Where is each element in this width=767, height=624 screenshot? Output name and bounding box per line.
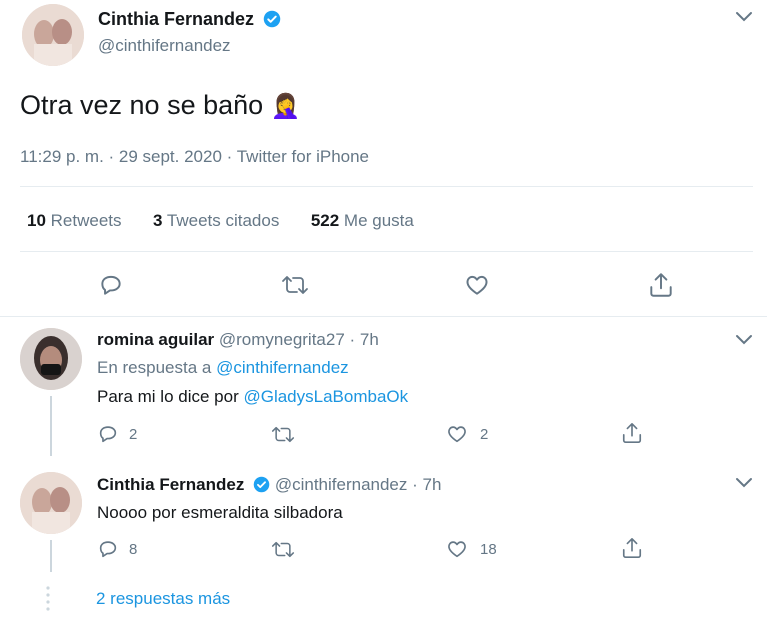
retweet-icon[interactable] xyxy=(271,539,295,560)
tweet-meta: 11:29 p. m. · 29 sept. 2020 · Twitter fo… xyxy=(20,147,370,166)
in-reply-to: En respuesta a @cinthifernandez xyxy=(97,358,349,378)
reply-count: 2 xyxy=(129,425,138,443)
like-count: 2 xyxy=(480,425,489,443)
facepalm-emoji-icon: 🤦‍♀️ xyxy=(270,93,301,120)
reply-author-name[interactable]: romina aguilar xyxy=(97,330,214,349)
reply-author-name[interactable]: Cinthia Fernandez xyxy=(97,475,244,494)
reply-mention[interactable]: @GladysLaBombaOk xyxy=(243,387,408,406)
in-reply-to-handle[interactable]: @cinthifernandez xyxy=(216,358,349,377)
verified-badge-icon xyxy=(253,476,270,498)
like-count: 18 xyxy=(480,540,497,558)
reply-time[interactable]: · 7h xyxy=(350,330,379,349)
likes-stat[interactable]: 522 Me gusta xyxy=(311,211,414,230)
avatar-photo xyxy=(20,472,82,534)
share-icon[interactable] xyxy=(621,421,643,445)
thread-line xyxy=(50,396,52,456)
tweet-stats: 10 Retweets 3 Tweets citados 522 Me gust… xyxy=(27,211,414,231)
likes-count: 522 xyxy=(310,211,340,230)
reply-icon[interactable] xyxy=(97,423,119,445)
reply-author-handle[interactable]: @romynegrita27 xyxy=(219,330,345,349)
reply-action[interactable]: 8 xyxy=(97,538,137,560)
more-replies-link[interactable]: 2 respuestas más xyxy=(96,589,230,609)
reply-text: Para mi lo dice por xyxy=(97,387,239,406)
tweet-text: Otra vez no se baño xyxy=(20,90,264,120)
tweet-text-row: Otra vez no se baño 🤦‍♀️ xyxy=(20,90,301,121)
author-avatar[interactable] xyxy=(22,4,84,66)
reply-avatar-romina[interactable] xyxy=(20,328,82,390)
quotes-label: Tweets citados xyxy=(166,211,280,230)
share-icon[interactable] xyxy=(621,536,643,560)
author-name[interactable]: Cinthia Fernandez xyxy=(98,9,254,29)
thread-dots-icon xyxy=(45,585,51,616)
reply-avatar-cinthia[interactable] xyxy=(20,472,82,534)
chevron-down-icon[interactable] xyxy=(735,333,753,347)
reply-time[interactable]: · 7h xyxy=(412,475,441,494)
reply-action[interactable]: 2 xyxy=(97,423,137,445)
retweet-icon[interactable] xyxy=(281,273,309,297)
thread-line xyxy=(50,540,52,572)
like-action[interactable]: 2 xyxy=(446,423,488,445)
reply-header: Cinthia Fernandez @cinthifernandez · 7h xyxy=(97,475,441,498)
author-name-row[interactable]: Cinthia Fernandez xyxy=(98,9,281,33)
reply-icon[interactable] xyxy=(97,538,119,560)
avatar-photo xyxy=(20,328,82,390)
reply-count: 8 xyxy=(129,540,138,558)
reply-icon[interactable] xyxy=(98,272,124,298)
like-heart-icon[interactable] xyxy=(446,538,468,560)
quotes-count: 3 xyxy=(153,211,163,230)
retweets-stat[interactable]: 10 Retweets xyxy=(27,211,126,230)
reply-text-row: Para mi lo dice por @GladysLaBombaOk xyxy=(97,387,408,407)
chevron-down-icon[interactable] xyxy=(735,10,753,24)
retweets-count: 10 xyxy=(27,211,46,230)
like-heart-icon[interactable] xyxy=(446,423,468,445)
chevron-down-icon[interactable] xyxy=(735,476,753,490)
retweet-icon[interactable] xyxy=(271,424,295,445)
verified-badge-icon xyxy=(263,10,281,33)
retweets-label: Retweets xyxy=(50,211,122,230)
author-handle[interactable]: @cinthifernandez xyxy=(98,36,231,56)
quotes-stat[interactable]: 3 Tweets citados xyxy=(153,211,284,230)
in-reply-to-label: En respuesta a xyxy=(97,358,212,377)
reply-author-handle[interactable]: @cinthifernandez xyxy=(275,475,408,494)
likes-label: Me gusta xyxy=(343,211,414,230)
reply-text: Noooo por esmeraldita silbadora xyxy=(97,503,343,522)
avatar-photo xyxy=(22,4,84,66)
like-heart-icon[interactable] xyxy=(464,272,490,298)
like-action[interactable]: 18 xyxy=(446,538,497,560)
reply-header: romina aguilar @romynegrita27 · 7h xyxy=(97,330,379,350)
share-icon[interactable] xyxy=(648,271,674,299)
